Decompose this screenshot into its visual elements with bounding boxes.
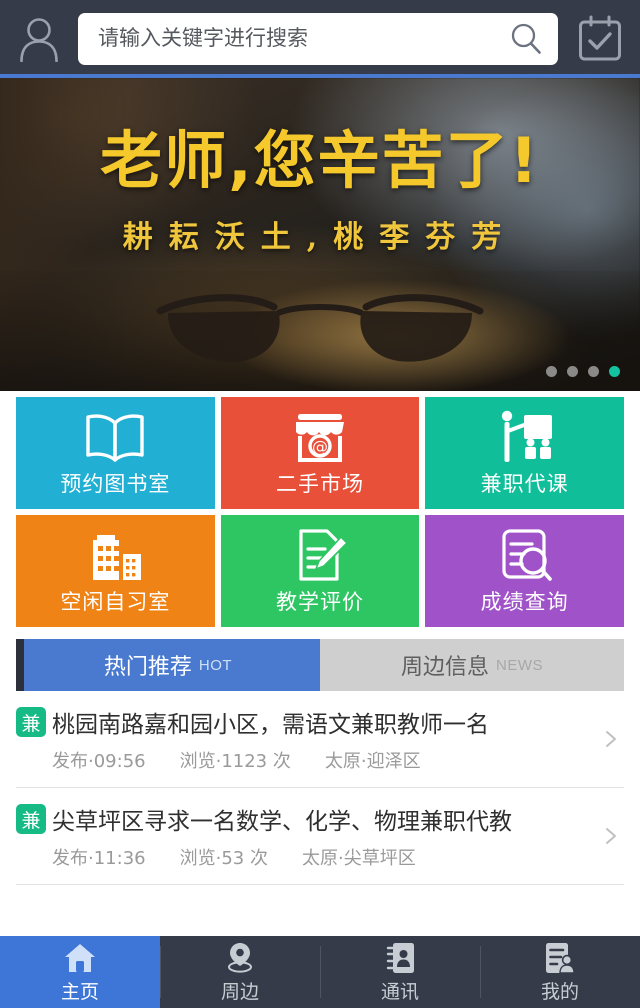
tile-free-study-room[interactable]: 空闲自习室 [16,515,215,627]
published-time: 发布·09:56 [52,751,146,772]
tile-label: 教学评价 [276,590,364,614]
tab-active-accent [16,639,24,691]
list-item-header: 兼 尖草坪区寻求一名数学、化学、物理兼职代教 [16,802,624,836]
svg-text:@: @ [312,437,328,456]
nav-item-home[interactable]: 主页 [0,936,160,1008]
app-root: 老师,您辛苦了! 耕耘沃土,桃李芬芳 预约图书室 [0,0,640,1008]
tab-sublabel: HOT [198,656,233,674]
glasses-illustration [156,294,484,362]
profile-card-icon [544,941,576,975]
search-input[interactable] [98,27,506,51]
search-box[interactable] [78,13,558,65]
list-item-title: 桃园南路嘉和园小区，需语文兼职教师一名 [52,712,489,738]
tab-nearby-news[interactable]: 周边信息 NEWS [320,639,624,691]
nav-item-contacts[interactable]: 通讯 [320,936,480,1008]
tile-teaching-evaluation[interactable]: 教学评价 [220,515,420,627]
tile-label: 成绩查询 [480,590,569,614]
list-item-meta: 发布·11:36 浏览·53 次 太原·尖草坪区 [16,844,624,870]
nav-label: 周边 [220,980,259,1003]
search-icon[interactable] [506,19,546,59]
nav-item-nearby[interactable]: 周边 [160,936,320,1008]
nav-item-profile[interactable]: 我的 [480,936,640,1008]
nav-label: 主页 [60,980,99,1003]
feature-tile-grid: 预约图书室 @ 二手市场 兼职代课 空闲自习室 教学评价 成绩查询 [0,391,640,633]
location-text: 太原·尖草坪区 [301,848,416,869]
listing-list: 兼 桃园南路嘉和园小区，需语文兼职教师一名 发布·09:56 浏览·1123 次… [0,691,640,936]
user-avatar-icon[interactable] [14,13,64,65]
bottom-navigation-bar: 主页 周边 通讯 我的 [0,936,640,1008]
contacts-book-icon [385,941,415,975]
tile-label: 预约图书室 [60,472,171,496]
tile-part-time-teaching[interactable]: 兼职代课 [425,397,625,509]
view-count: 浏览·53 次 [179,848,268,869]
status-badge: 兼 [16,707,46,737]
list-item-meta: 发布·09:56 浏览·1123 次 太原·迎泽区 [16,747,624,773]
building-icon [83,526,147,584]
tile-library-reservation[interactable]: 预约图书室 [16,397,215,509]
carousel-dot-1[interactable] [546,366,557,377]
chevron-right-icon[interactable] [602,730,620,748]
content-tab-bar: 热门推荐 HOT 周边信息 NEWS [16,639,624,691]
top-header-bar [0,0,640,78]
tab-sublabel: NEWS [496,656,543,674]
status-badge: 兼 [16,804,46,834]
carousel-dot-2[interactable] [567,366,578,377]
tile-row-2: 空闲自习室 教学评价 成绩查询 [16,515,625,627]
document-pencil-icon [291,526,349,584]
teacher-whiteboard-icon [494,408,556,466]
carousel-dots [546,366,620,377]
tab-label: 周边信息 [400,655,489,680]
list-item-header: 兼 桃园南路嘉和园小区，需语文兼职教师一名 [16,705,624,739]
list-item-title: 尖草坪区寻求一名数学、化学、物理兼职代教 [52,809,512,835]
tile-label: 二手市场 [276,472,364,496]
nav-label: 我的 [540,980,579,1003]
tile-row-1: 预约图书室 @ 二手市场 兼职代课 [16,397,625,509]
promo-banner-carousel[interactable]: 老师,您辛苦了! 耕耘沃土,桃李芬芳 [0,78,640,391]
carousel-dot-4[interactable] [609,366,620,377]
shop-at-icon: @ [290,408,350,466]
home-icon [63,941,97,975]
view-count: 浏览·1123 次 [179,751,291,772]
tile-label: 空闲自习室 [60,590,171,614]
document-search-icon [496,526,554,584]
calendar-check-icon[interactable] [574,11,626,67]
location-text: 太原·迎泽区 [324,751,421,772]
tab-label: 热门推荐 [103,655,192,680]
open-book-icon [83,408,147,466]
tile-second-hand-market[interactable]: @ 二手市场 [220,397,420,509]
tile-grade-query[interactable]: 成绩查询 [425,515,625,627]
carousel-dot-3[interactable] [588,366,599,377]
tile-label: 兼职代课 [480,472,569,496]
list-item[interactable]: 兼 尖草坪区寻求一名数学、化学、物理兼职代教 发布·11:36 浏览·53 次 … [16,788,624,885]
location-pin-icon [224,941,256,975]
published-time: 发布·11:36 [52,848,146,869]
tab-hot-recommend[interactable]: 热门推荐 HOT [16,639,320,691]
nav-label: 通讯 [380,980,419,1003]
chevron-right-icon[interactable] [602,827,620,845]
list-item[interactable]: 兼 桃园南路嘉和园小区，需语文兼职教师一名 发布·09:56 浏览·1123 次… [16,691,624,788]
